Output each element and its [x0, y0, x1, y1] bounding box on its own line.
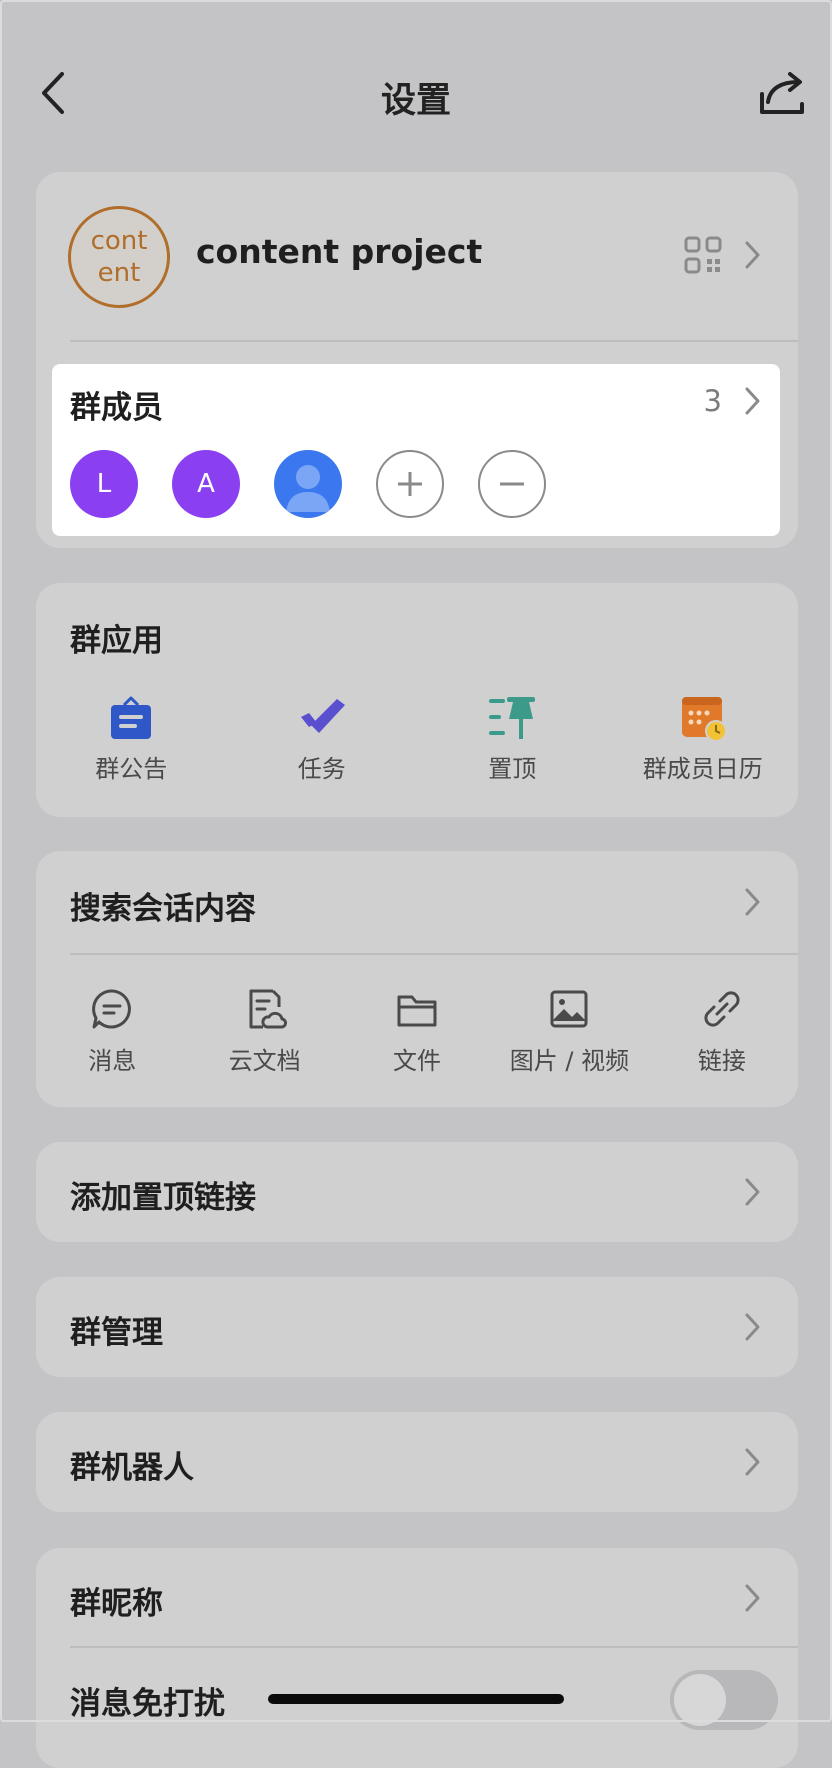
search-filter-label: 链接 [697, 1047, 746, 1075]
home-indicator [268, 1694, 564, 1704]
app-member-calendar[interactable]: 群成员日历 [608, 693, 799, 793]
search-messages[interactable]: 消息 [36, 987, 188, 1076]
divider [70, 1646, 798, 1648]
nav-bar: 设置 [0, 50, 832, 140]
chevron-right-icon[interactable] [742, 1581, 764, 1615]
divider [70, 340, 798, 342]
qr-code-icon[interactable] [684, 236, 722, 274]
member-avatar-l[interactable]: L [70, 450, 138, 518]
folder-icon [397, 995, 437, 1027]
chevron-right-icon [745, 1313, 760, 1341]
remove-member-button[interactable] [478, 450, 546, 518]
group-bots-label: 群机器人 [70, 1450, 194, 1486]
add-pinned-link-row[interactable]: 添加置顶链接 [36, 1142, 798, 1242]
app-label: 任务 [297, 755, 346, 783]
chevron-right-icon[interactable] [742, 238, 764, 272]
nickname-mute-card: 群昵称 消息免打扰 [36, 1548, 798, 1768]
group-apps-grid: 群公告 任务 置顶 群成员日历 [36, 693, 798, 793]
link-icon [704, 991, 740, 1027]
members-panel[interactable]: 群成员 3 L A [52, 364, 780, 536]
settings-screen: 设置 cont ent content project 群成员 3 L A 群应… [0, 0, 832, 1768]
chevron-right-icon [745, 1448, 760, 1476]
app-task[interactable]: 任务 [227, 693, 418, 793]
group-avatar[interactable]: cont ent [68, 206, 170, 308]
group-management-row[interactable]: 群管理 [36, 1277, 798, 1377]
group-apps-card: 群应用 群公告 任务 置顶 群成员日历 [36, 583, 798, 817]
app-pin[interactable]: 置顶 [417, 693, 608, 793]
search-filter-label: 消息 [88, 1047, 137, 1075]
announcement-icon [111, 696, 152, 739]
calendar-icon [681, 697, 727, 742]
search-media[interactable]: 图片 / 视频 [493, 987, 645, 1076]
image-icon [550, 990, 588, 1028]
add-member-button[interactable] [376, 450, 444, 518]
group-management-label: 群管理 [70, 1315, 163, 1351]
members-label: 群成员 [70, 390, 163, 426]
search-filter-label: 云文档 [228, 1047, 301, 1075]
page-title: 设置 [380, 81, 451, 121]
member-avatar-default[interactable] [274, 450, 342, 518]
group-nickname-label[interactable]: 群昵称 [70, 1578, 163, 1623]
search-links[interactable]: 链接 [646, 987, 798, 1076]
search-filter-label: 文件 [393, 1047, 442, 1075]
app-label: 群成员日历 [642, 755, 763, 783]
plus-icon [398, 472, 422, 496]
cloud-doc-icon [249, 989, 287, 1029]
task-check-icon [300, 699, 345, 733]
chevron-right-icon[interactable] [742, 885, 764, 919]
pin-icon [489, 697, 536, 739]
person-icon [286, 465, 330, 512]
minus-icon [500, 482, 524, 486]
chevron-right-icon[interactable] [742, 384, 764, 418]
search-filter-label: 图片 / 视频 [509, 1047, 630, 1075]
group-name[interactable]: content project [196, 232, 482, 271]
member-initial: A [197, 469, 215, 499]
member-avatar-a[interactable]: A [172, 450, 240, 518]
message-icon [92, 989, 132, 1029]
app-label: 置顶 [488, 755, 537, 783]
group-avatar-text-line2: ent [97, 258, 141, 288]
group-apps-title: 群应用 [70, 623, 163, 659]
search-content-card: 搜索会话内容 消息 云文档 文件 图片 / 视频 链接 [36, 851, 798, 1107]
group-bots-row[interactable]: 群机器人 [36, 1412, 798, 1512]
search-cloud-docs[interactable]: 云文档 [188, 987, 340, 1076]
do-not-disturb-label: 消息免打扰 [70, 1686, 225, 1722]
share-icon[interactable] [756, 68, 808, 120]
search-filter-grid: 消息 云文档 文件 图片 / 视频 链接 [36, 987, 798, 1076]
group-info-card: cont ent content project 群成员 3 L A [36, 172, 798, 548]
do-not-disturb-toggle[interactable] [670, 1670, 778, 1730]
chevron-right-icon [745, 1178, 760, 1206]
group-avatar-text-line1: cont [90, 226, 148, 256]
divider [70, 953, 798, 955]
search-content-title[interactable]: 搜索会话内容 [70, 883, 256, 928]
app-label: 群公告 [95, 755, 168, 783]
member-initial: L [96, 469, 112, 499]
search-files[interactable]: 文件 [341, 987, 493, 1076]
members-count: 3 [703, 384, 722, 418]
add-pinned-link-label: 添加置顶链接 [70, 1180, 256, 1216]
app-announcement[interactable]: 群公告 [36, 693, 227, 793]
toggle-knob [674, 1674, 726, 1726]
